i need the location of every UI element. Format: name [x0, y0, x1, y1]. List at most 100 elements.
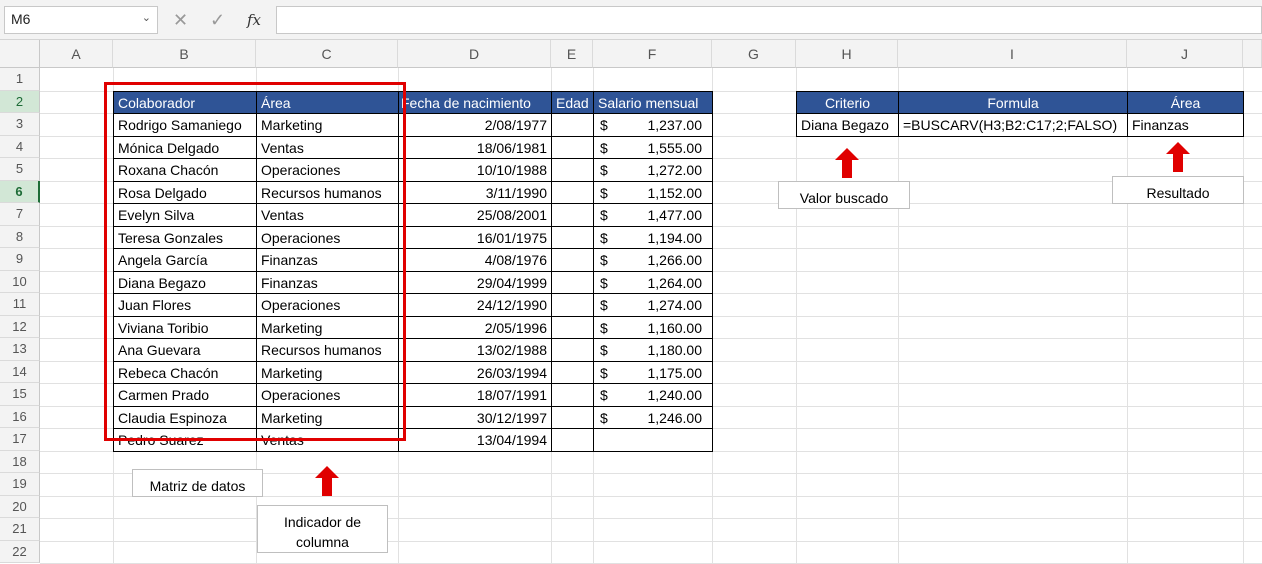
edad-cell[interactable] — [551, 270, 594, 294]
salario-cell[interactable]: $1,194.00 — [593, 225, 713, 249]
fecha-cell[interactable]: 2/05/1996 — [398, 315, 552, 339]
column-header-i[interactable]: I — [898, 40, 1127, 68]
salario-cell[interactable]: $1,274.00 — [593, 293, 713, 317]
salario-cell[interactable]: $1,152.00 — [593, 180, 713, 204]
table-header-cell[interactable]: Edad — [551, 90, 594, 114]
currency-symbol: $ — [600, 184, 608, 201]
edad-cell[interactable] — [551, 225, 594, 249]
column-header-j[interactable]: J — [1127, 40, 1243, 68]
edad-cell[interactable] — [551, 203, 594, 227]
result-cell[interactable]: Finanzas — [1127, 113, 1244, 137]
column-header-c[interactable]: C — [256, 40, 398, 68]
column-header-e[interactable]: E — [551, 40, 593, 68]
fecha-cell[interactable]: 18/07/1991 — [398, 383, 552, 407]
edad-cell[interactable] — [551, 135, 594, 159]
row-header-13[interactable]: 13 — [0, 338, 40, 361]
row-header-12[interactable]: 12 — [0, 315, 40, 338]
column-header-h[interactable]: H — [796, 40, 898, 68]
row-header-2[interactable]: 2 — [0, 90, 40, 113]
fecha-cell[interactable]: 13/02/1988 — [398, 338, 552, 362]
lookup-header-cell[interactable]: Formula — [898, 90, 1128, 114]
edad-cell[interactable] — [551, 315, 594, 339]
edad-cell[interactable] — [551, 338, 594, 362]
row-header-8[interactable]: 8 — [0, 225, 40, 248]
salario-cell[interactable]: $1,264.00 — [593, 270, 713, 294]
row-header-21[interactable]: 21 — [0, 518, 40, 541]
fecha-cell[interactable]: 3/11/1990 — [398, 180, 552, 204]
row-header-15[interactable]: 15 — [0, 383, 40, 406]
edad-cell[interactable] — [551, 405, 594, 429]
row-header-22[interactable]: 22 — [0, 540, 40, 563]
fx-icon[interactable]: fx — [247, 11, 261, 29]
fecha-cell[interactable]: 26/03/1994 — [398, 360, 552, 384]
edad-cell[interactable] — [551, 428, 594, 452]
salary-value: 1,180.00 — [647, 342, 703, 358]
row-header-18[interactable]: 18 — [0, 450, 40, 473]
row-header-11[interactable]: 11 — [0, 293, 40, 316]
salario-cell[interactable] — [593, 428, 713, 452]
row-header-3[interactable]: 3 — [0, 113, 40, 136]
fecha-cell[interactable]: 13/04/1994 — [398, 428, 552, 452]
row-header-10[interactable]: 10 — [0, 270, 40, 293]
fecha-cell[interactable]: 24/12/1990 — [398, 293, 552, 317]
column-header-f[interactable]: F — [593, 40, 712, 68]
fecha-cell[interactable]: 30/12/1997 — [398, 405, 552, 429]
name-box-value: M6 — [11, 11, 31, 27]
fecha-cell[interactable]: 16/01/1975 — [398, 225, 552, 249]
fecha-cell[interactable]: 18/06/1981 — [398, 135, 552, 159]
row-header-7[interactable]: 7 — [0, 203, 40, 226]
edad-cell[interactable] — [551, 248, 594, 272]
column-header-d[interactable]: D — [398, 40, 551, 68]
row-header-4[interactable]: 4 — [0, 135, 40, 158]
column-header-a[interactable]: A — [40, 40, 113, 68]
table-header-cell[interactable]: Salario mensual — [593, 90, 713, 114]
salario-cell[interactable]: $1,175.00 — [593, 360, 713, 384]
salario-cell[interactable]: $1,272.00 — [593, 158, 713, 182]
column-header-b[interactable]: B — [113, 40, 256, 68]
column-header-g[interactable]: G — [712, 40, 796, 68]
criterio-cell[interactable]: Diana Begazo — [796, 113, 899, 137]
edad-cell[interactable] — [551, 383, 594, 407]
edad-cell[interactable] — [551, 158, 594, 182]
edad-cell[interactable] — [551, 113, 594, 137]
salario-cell[interactable]: $1,555.00 — [593, 135, 713, 159]
salario-cell[interactable]: $1,266.00 — [593, 248, 713, 272]
salario-cell[interactable]: $1,477.00 — [593, 203, 713, 227]
fecha-cell[interactable]: 10/10/1988 — [398, 158, 552, 182]
row-header-20[interactable]: 20 — [0, 495, 40, 518]
fecha-cell[interactable]: 29/04/1999 — [398, 270, 552, 294]
fecha-cell[interactable]: 4/08/1976 — [398, 248, 552, 272]
row-header-16[interactable]: 16 — [0, 405, 40, 428]
salario-cell[interactable]: $1,180.00 — [593, 338, 713, 362]
edad-cell[interactable] — [551, 180, 594, 204]
cancel-icon[interactable]: ✕ — [173, 10, 188, 31]
row-header-9[interactable]: 9 — [0, 248, 40, 271]
salario-cell[interactable]: $1,160.00 — [593, 315, 713, 339]
column-header-overflow[interactable] — [1243, 40, 1262, 68]
formula-input[interactable] — [276, 6, 1262, 34]
formula-buttons: ✕ ✓ fx — [162, 6, 272, 34]
salary-value: 1,266.00 — [647, 252, 703, 268]
row-header-14[interactable]: 14 — [0, 360, 40, 383]
fecha-cell[interactable]: 2/08/1977 — [398, 113, 552, 137]
row-header-1[interactable]: 1 — [0, 68, 40, 91]
salario-cell[interactable]: $1,237.00 — [593, 113, 713, 137]
check-icon[interactable]: ✓ — [210, 10, 225, 31]
row-header-6[interactable]: 6 — [0, 180, 40, 203]
row-header-19[interactable]: 19 — [0, 473, 40, 496]
currency-symbol: $ — [600, 252, 608, 268]
table-header-cell[interactable]: Fecha de nacimiento — [398, 90, 552, 114]
edad-cell[interactable] — [551, 360, 594, 384]
select-all-corner[interactable] — [0, 40, 40, 68]
row-header-17[interactable]: 17 — [0, 428, 40, 451]
lookup-header-cell[interactable]: Área — [1127, 90, 1244, 114]
salario-cell[interactable]: $1,240.00 — [593, 383, 713, 407]
chevron-down-icon[interactable]: ⌄ — [142, 11, 151, 24]
salario-cell[interactable]: $1,246.00 — [593, 405, 713, 429]
row-header-5[interactable]: 5 — [0, 158, 40, 181]
fecha-cell[interactable]: 25/08/2001 — [398, 203, 552, 227]
edad-cell[interactable] — [551, 293, 594, 317]
formula-cell[interactable]: =BUSCARV(H3;B2:C17;2;FALSO) — [898, 113, 1128, 137]
name-box[interactable]: M6 ⌄ — [4, 6, 158, 34]
lookup-header-cell[interactable]: Criterio — [796, 90, 899, 114]
